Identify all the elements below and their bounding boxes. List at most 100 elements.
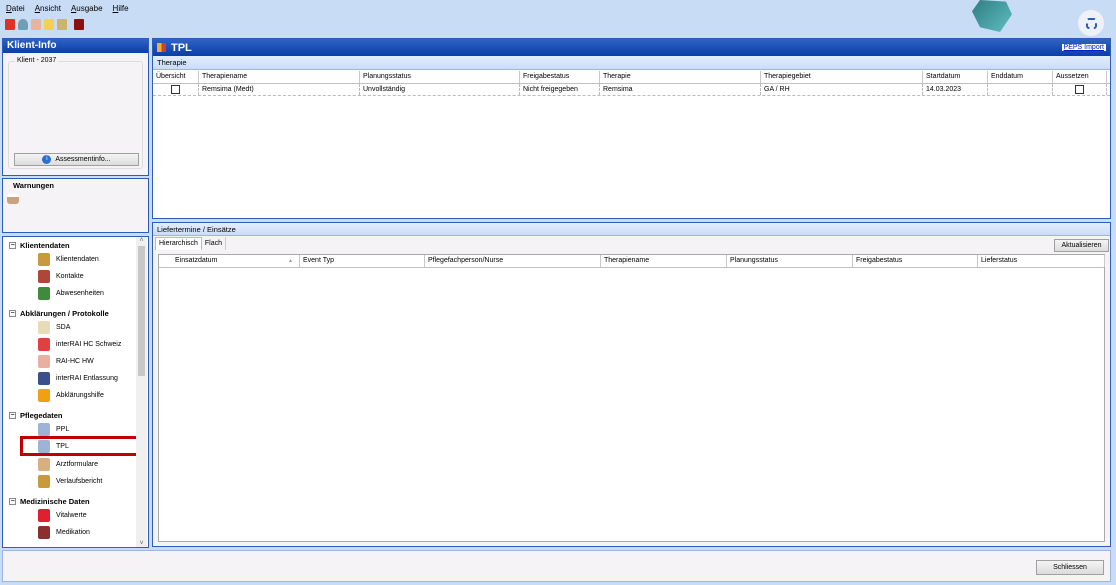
interrai-icon: [38, 338, 50, 351]
grid-column-header[interactable]: Therapiename: [601, 255, 727, 267]
tree-item-interrai-entlassung[interactable]: interRAI Entlassung: [38, 372, 118, 385]
tree-item-label: interRAI HC Schweiz: [56, 341, 122, 348]
pencil-document-icon: [38, 321, 50, 334]
folder-clock-icon: [38, 475, 50, 488]
tree-item-verlaufsbericht[interactable]: Verlaufsbericht: [38, 475, 102, 488]
tree-item-label: Medikation: [56, 529, 90, 536]
scroll-thumb[interactable]: [138, 246, 145, 376]
table-cell: GA / RH: [761, 84, 923, 95]
nurse-warning-icon[interactable]: [7, 194, 19, 204]
discharge-icon: [38, 372, 50, 385]
therapie-table-header: Übersicht Therapiename Planungsstatus Freig…: [153, 71, 1110, 84]
klient-info-title: Klient-Info: [3, 39, 148, 53]
tree-group[interactable]: − Medizinische Daten: [9, 497, 90, 506]
assessment-info-button[interactable]: i Assessmentinfo...: [14, 153, 139, 166]
collapse-icon[interactable]: −: [9, 242, 16, 249]
tree-item-abkl-rungshilfe[interactable]: Abklärungshilfe: [38, 389, 104, 402]
close-button[interactable]: Schliessen: [1036, 560, 1104, 575]
tree-item-ppl[interactable]: PPL: [38, 423, 69, 436]
tree-group[interactable]: − Abklärungen / Protokolle: [9, 309, 109, 318]
aussetzen-checkbox[interactable]: [1075, 85, 1084, 94]
grid-column-header[interactable]: Event Typ: [300, 255, 425, 267]
tab-hierarchisch[interactable]: Hierarchisch: [155, 237, 202, 250]
tree-item-label: interRAI Entlassung: [56, 375, 118, 382]
screenshot-button[interactable]: [1078, 10, 1104, 36]
tree-item-kontakte[interactable]: Kontakte: [38, 270, 84, 283]
tree-item-vitalwerte[interactable]: Vitalwerte: [38, 509, 87, 522]
red-document-icon[interactable]: [5, 19, 15, 30]
table-cell: Remsima (Medt): [199, 84, 360, 95]
collapse-icon[interactable]: −: [9, 412, 16, 419]
menu-datei[interactable]: Datei: [6, 4, 25, 13]
tpl-title: TPL: [171, 41, 192, 54]
tree-item-abwesenheiten[interactable]: Abwesenheiten: [38, 287, 104, 300]
tree-scrollbar[interactable]: ˄ ˅: [136, 237, 147, 547]
menu-ausgabe[interactable]: Ausgabe: [71, 4, 103, 13]
grid-column-header[interactable]: Lieferstatus: [978, 255, 1105, 267]
tree-group[interactable]: − Pflegedaten: [9, 411, 63, 420]
footer-bar: Schliessen: [2, 550, 1111, 582]
client-label: Klient - 2037: [15, 57, 59, 64]
tpl-header: TPL PEPS Import: [153, 39, 1110, 56]
menu-bar: Datei Ansicht Ausgabe Hilfe: [6, 4, 139, 13]
checklist-icon[interactable]: [31, 19, 41, 30]
einsaetze-grid: Einsatzdatum Event Typ Pflegefachperson/Nu…: [158, 254, 1105, 542]
tree-item-label: Kontakte: [56, 273, 84, 280]
table-cell: 14.03.2023: [923, 84, 988, 95]
column-header[interactable]: Aussetzen: [1053, 71, 1107, 83]
person-card-icon[interactable]: [57, 19, 67, 30]
uebersicht-checkbox[interactable]: [171, 85, 180, 94]
collapse-icon[interactable]: −: [9, 310, 16, 317]
table-cell: Unvollständig: [360, 84, 520, 95]
clock-folder-icon: [38, 423, 50, 436]
menu-hilfe[interactable]: Hilfe: [113, 4, 129, 13]
people-icon: [38, 270, 50, 283]
peps-import-link[interactable]: PEPS Import: [1061, 44, 1106, 51]
tree-item-klientendaten[interactable]: Klientendaten: [38, 253, 99, 266]
toolbar: [5, 19, 84, 30]
column-header[interactable]: Übersicht: [153, 71, 199, 83]
table-row[interactable]: Remsima (Medt) Unvollständig Nicht freigeg…: [153, 84, 1110, 96]
tree-item-medikation[interactable]: Medikation: [38, 526, 90, 539]
collapse-icon[interactable]: −: [9, 498, 16, 505]
scroll-up-icon[interactable]: ˄: [136, 237, 147, 244]
column-header[interactable]: Therapiegebiet: [761, 71, 923, 83]
grid-column-header[interactable]: Freigabestatus: [853, 255, 978, 267]
tree-item-rai-hc-hw[interactable]: RAI-HC HW: [38, 355, 94, 368]
heart-icon: [38, 509, 50, 522]
liefertermine-panel: Liefertermine / Einsätze Hierarchisch Fl…: [152, 222, 1111, 547]
therapie-bar: Therapie: [153, 56, 1110, 70]
note-icon[interactable]: [44, 19, 54, 30]
tree-item-label: Verlaufsbericht: [56, 478, 103, 485]
tab-flach[interactable]: Flach: [202, 237, 227, 250]
column-header[interactable]: Enddatum: [988, 71, 1053, 83]
klient-info-panel: Klient-Info Klient - 2037 i Assessmentin…: [2, 38, 149, 176]
table-cell: [1053, 84, 1107, 95]
tree-item-sda[interactable]: SDA: [38, 321, 70, 334]
tree-item-interrai-hc-schweiz[interactable]: interRAI HC Schweiz: [38, 338, 121, 351]
column-header[interactable]: Therapie: [600, 71, 761, 83]
book-icon[interactable]: [74, 19, 84, 30]
column-header[interactable]: Startdatum: [923, 71, 988, 83]
pills-icon: [38, 526, 50, 539]
table-cell: [988, 84, 1053, 95]
menu-ansicht[interactable]: Ansicht: [35, 4, 61, 13]
column-header[interactable]: Planungsstatus: [360, 71, 520, 83]
user-icon[interactable]: [18, 19, 28, 30]
refresh-button[interactable]: Aktualisieren: [1054, 239, 1109, 252]
tree-group[interactable]: − Klientendaten: [9, 241, 70, 250]
tpl-icon: [157, 43, 166, 52]
table-cell: Nicht freigegeben: [520, 84, 600, 95]
column-header[interactable]: Freigabestatus: [520, 71, 600, 83]
column-header[interactable]: Therapiename: [199, 71, 360, 83]
grid-column-header[interactable]: Einsatzdatum: [159, 255, 300, 267]
tree-item-arztformulare[interactable]: Arztformulare: [38, 458, 98, 471]
tree-item-label: SDA: [56, 324, 71, 331]
grid-column-header[interactable]: Planungsstatus: [727, 255, 853, 267]
tree-group-label: Klientendaten: [20, 241, 70, 250]
doctor-icon: [38, 458, 50, 471]
tree-group-label: Abklärungen / Protokolle: [20, 309, 109, 318]
warning-icon: [38, 389, 50, 402]
scroll-down-icon[interactable]: ˅: [136, 540, 147, 547]
grid-column-header[interactable]: Pflegefachperson/Nurse: [425, 255, 601, 267]
